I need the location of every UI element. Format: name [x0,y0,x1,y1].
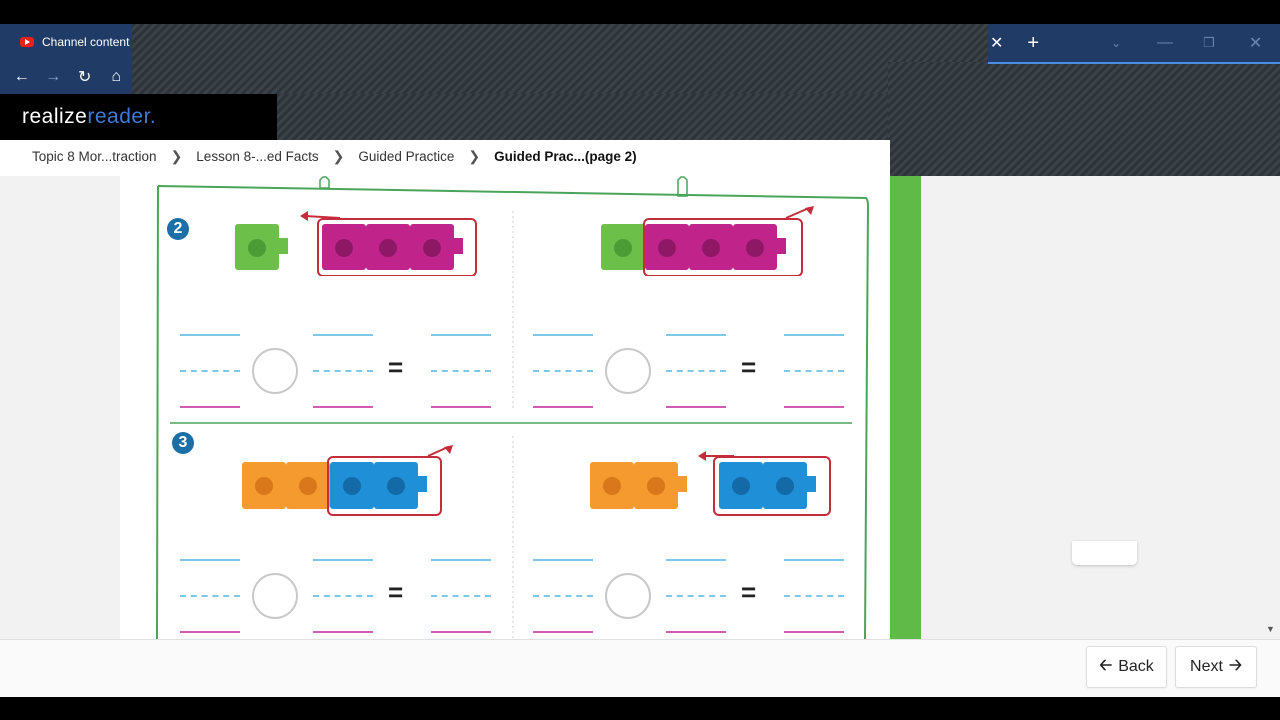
logo-realize: realize [22,105,88,128]
browser-nav-bar: ← → ↻ ⌂ [0,59,132,94]
write-line [313,595,373,597]
youtube-icon [20,36,34,47]
write-line [180,559,240,561]
write-line [533,595,593,597]
write-line [533,559,593,561]
write-line [431,559,491,561]
floating-tab-button[interactable] [1072,541,1137,565]
worksheet-page[interactable]: 2 3 = = = = [120,176,890,639]
home-icon[interactable]: ⌂ [101,61,133,93]
breadcrumb-current: Guided Prac...(page 2) [494,149,637,164]
operator-circle[interactable] [252,348,298,394]
new-tab-icon[interactable]: + [1027,32,1039,55]
back-button[interactable]: 🡠 Back [1086,646,1167,688]
arrow-left-icon: 🡠 [1099,656,1113,674]
breadcrumb: Topic 8 Mor...traction ❯ Lesson 8-...ed … [32,148,637,165]
realize-reader-logo: realize reader. [0,94,277,140]
write-line [666,334,726,336]
chevron-down-icon[interactable]: ⌄ [1111,36,1121,50]
write-line [431,595,491,597]
write-line [666,406,726,408]
next-button[interactable]: Next 🡢 [1175,646,1257,688]
breadcrumb-section[interactable]: Guided Practice [358,149,454,164]
breadcrumb-topic[interactable]: Topic 8 Mor...traction [32,149,157,164]
cube-train-green-magenta-left [235,211,477,276]
write-line [784,559,844,561]
write-line [784,334,844,336]
operator-circle[interactable] [252,573,298,619]
write-line [784,631,844,633]
restore-icon[interactable]: ❐ [1203,35,1215,51]
write-line [313,334,373,336]
arrow-right-icon: 🡢 [1228,656,1242,674]
write-line [431,631,491,633]
write-line [784,370,844,372]
minimize-icon[interactable]: — [1157,34,1173,52]
write-line [666,631,726,633]
write-line [431,406,491,408]
equals-sign: = [388,352,404,382]
cube-train-green-magenta-right [601,206,814,276]
equals-sign: = [741,577,757,607]
scroll-down-icon[interactable]: ▼ [1266,624,1275,634]
equation-row[interactable]: = [533,330,853,410]
write-line [431,370,491,372]
write-line [313,406,373,408]
write-line [313,370,373,372]
back-arrow-icon[interactable]: ← [6,61,38,93]
write-line [313,559,373,561]
write-line [533,334,593,336]
write-line [533,406,593,408]
write-line [313,631,373,633]
write-line [180,595,240,597]
chevron-right-icon: ❯ [332,148,345,164]
tab-title: Channel content [42,34,130,49]
write-line [784,595,844,597]
forward-arrow-icon[interactable]: → [38,61,70,93]
problem-number-2: 2 [167,218,189,240]
equals-sign: = [388,577,404,607]
write-line [784,406,844,408]
equation-row[interactable]: = [180,555,500,635]
window-controls: ✕ + ⌄ — ❐ ✕ [988,24,1280,64]
close-tab-icon[interactable]: ✕ [990,33,1003,53]
logo-reader: reader. [87,105,157,128]
operator-circle[interactable] [605,573,651,619]
chevron-right-icon: ❯ [468,148,481,164]
write-line [533,631,593,633]
write-line [180,334,240,336]
write-line [180,631,240,633]
reload-icon[interactable]: ↻ [69,61,101,93]
chevron-right-icon: ❯ [170,148,183,164]
write-line [431,334,491,336]
back-label: Back [1118,658,1154,675]
cube-train-orange-blue-left [242,445,453,516]
browser-tab[interactable]: Channel content [0,24,132,59]
write-line [666,370,726,372]
breadcrumb-lesson[interactable]: Lesson 8-...ed Facts [196,149,318,164]
equals-sign: = [741,352,757,382]
next-label: Next [1190,658,1223,675]
close-window-icon[interactable]: ✕ [1249,33,1262,53]
equation-row[interactable]: = [533,555,853,635]
write-line [533,370,593,372]
write-line [180,370,240,372]
write-line [666,559,726,561]
write-line [180,406,240,408]
cube-train-orange-blue-right [590,451,831,516]
equation-row[interactable]: = [180,330,500,410]
write-line [666,595,726,597]
problem-number-3: 3 [172,432,194,454]
operator-circle[interactable] [605,348,651,394]
